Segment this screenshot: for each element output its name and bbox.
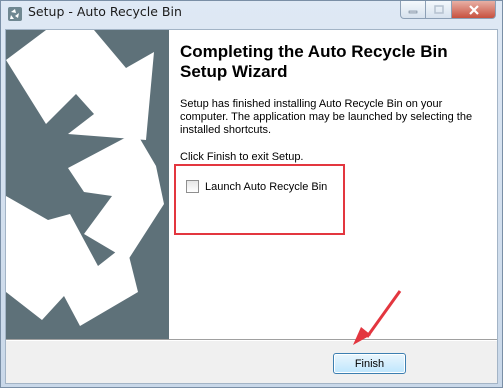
- close-icon: [468, 4, 479, 15]
- setup-window: Setup - Auto Recycle Bin Completing the …: [0, 0, 503, 388]
- recycle-app-icon: [8, 7, 22, 21]
- window-title: Setup - Auto Recycle Bin: [28, 4, 182, 19]
- minimize-button[interactable]: [400, 1, 426, 19]
- minimize-icon: [408, 10, 418, 13]
- caption-buttons: [400, 1, 496, 20]
- finish-instruction: Click Finish to exit Setup.: [180, 151, 304, 163]
- wizard-side-panel: [6, 30, 169, 339]
- footer-divider: [6, 339, 497, 341]
- wizard-client-area: Completing the Auto Recycle Bin Setup Wi…: [5, 29, 498, 384]
- maximize-button[interactable]: [426, 1, 452, 19]
- close-button[interactable]: [452, 1, 496, 19]
- wizard-description: Setup has finished installing Auto Recyc…: [180, 98, 473, 136]
- recycle-arrows-graphic: [6, 30, 164, 326]
- wizard-content: Completing the Auto Recycle Bin Setup Wi…: [169, 30, 497, 339]
- finish-button[interactable]: Finish: [333, 353, 406, 374]
- launch-checkbox-row[interactable]: Launch Auto Recycle Bin: [186, 180, 327, 193]
- launch-checkbox[interactable]: [186, 180, 199, 193]
- annotation-highlight-box: [174, 164, 345, 235]
- wizard-heading: Completing the Auto Recycle Bin Setup Wi…: [180, 42, 448, 81]
- title-bar[interactable]: Setup - Auto Recycle Bin: [1, 1, 502, 29]
- maximize-icon: [433, 5, 444, 14]
- launch-checkbox-label[interactable]: Launch Auto Recycle Bin: [205, 181, 327, 193]
